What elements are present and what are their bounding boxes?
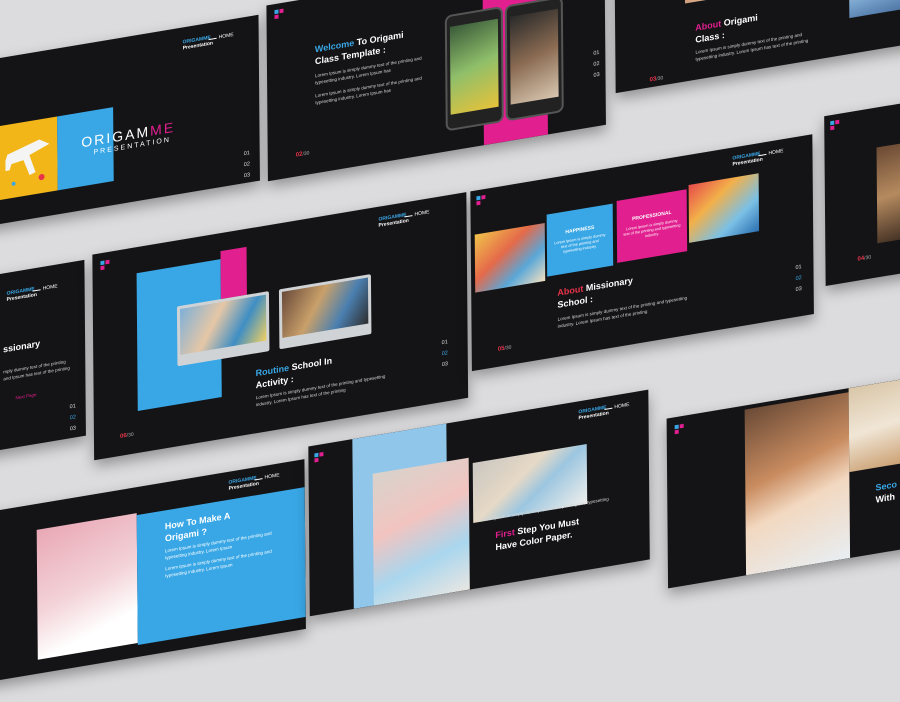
phone-mockup-left (444, 5, 504, 132)
missionary-body: mply dummy text of the printing and Ipsu… (3, 359, 70, 381)
num-03[interactable]: 03 (593, 70, 599, 82)
airplane-icon (5, 139, 50, 186)
page-total: /30 (656, 75, 664, 83)
slide-logo (314, 451, 324, 464)
brand-label: ORIGAMME Presentation HOME (578, 402, 629, 422)
child-painting-photo (848, 0, 900, 19)
home-link[interactable]: HOME (265, 472, 280, 480)
page-numbers: 01 02 03 (70, 401, 76, 435)
missionary-heading: ssionary (3, 338, 41, 355)
page-total: /30 (504, 344, 512, 352)
page-indicator: 04/30 (857, 254, 871, 262)
next-page-link[interactable]: Next Page (15, 392, 36, 402)
num-03[interactable]: 03 (442, 359, 448, 371)
slide-about-class[interactable]: ORIGAMME Presentation About Origami Clas… (614, 0, 900, 94)
teacher-child-photo (744, 392, 851, 576)
page-indicator: 06/30 (120, 432, 134, 440)
clown-kids-photo (474, 222, 546, 293)
home-link[interactable]: HOME (768, 148, 783, 156)
book-origami-photo (36, 513, 138, 660)
brand-label: ORIGAMME Presentation HOME (229, 472, 280, 492)
second-heading: Seco With (875, 478, 897, 506)
home-link[interactable]: HOME (414, 209, 429, 217)
brand-label: ORIGAMME Presentation HOME (7, 283, 58, 303)
heading-part: Missionary (583, 275, 633, 294)
page-numbers: 01 02 03 (795, 262, 801, 296)
page-indicator: 03/30 (650, 75, 664, 83)
slide-logo (274, 8, 284, 20)
slide-logo (476, 194, 486, 207)
home-link[interactable]: HOME (219, 32, 234, 40)
heading-part: School In (289, 355, 333, 373)
first-step-heading: First Step You Must Have Color Paper. (495, 515, 579, 553)
home-link[interactable]: HOME (614, 402, 629, 410)
slide-second[interactable]: Seco With (666, 375, 900, 589)
brand-label: ORIGAMME Presentation HOME (183, 32, 234, 52)
phone-mockup-right (504, 0, 564, 122)
slide-cover[interactable]: ORIGAMME Presentation HOME ORIGAMME PRES… (0, 14, 260, 228)
page-numbers: 01 02 03 (442, 337, 448, 371)
slide-logo (100, 259, 110, 272)
slide-how-to-make[interactable]: ORIGAMME Presentation HOME How To Make A… (0, 459, 306, 683)
slide-welcome[interactable]: ORIGAMME Presentation HOME Welcome To Or… (266, 0, 606, 182)
kids-crafting-photo (684, 0, 843, 4)
brand-label: ORIGAMME Presentation HOME (732, 148, 783, 168)
slide-mockup-stage: ORIGAMME Presentation HOME ORIGAMME PRES… (0, 0, 900, 683)
heading-part: Class : (695, 29, 725, 45)
cover-title-b: ME (150, 118, 176, 139)
yellow-photo-block (0, 116, 58, 201)
cover-page-numbers: 01 02 03 (244, 148, 250, 182)
heading-part: Origami (721, 12, 758, 29)
page-indicator: 02/30 (296, 150, 310, 158)
slide-missionary-left[interactable]: ORIGAMME Presentation HOME ssionary mply… (0, 259, 86, 453)
heading-part: With (875, 491, 896, 505)
num-03[interactable]: 03 (796, 284, 802, 296)
kids-party-photo (688, 173, 760, 243)
page-numbers: 01 02 03 (593, 48, 599, 82)
slide-first-step[interactable]: ORIGAMME Presentation HOME First Step Yo… (308, 389, 650, 617)
slide-right-mid[interactable]: 04/30 (824, 99, 900, 287)
desk-photo (848, 375, 900, 473)
happiness-card: HAPPINESS Lorem Ipsum is simply dummy te… (546, 203, 614, 277)
slide-routine[interactable]: ORIGAMME Presentation HOME Routine Schoo… (92, 192, 469, 461)
slide-missionary[interactable]: ORIGAMME Presentation HOME HAPPINESS Lor… (470, 134, 814, 372)
page-total: /30 (126, 431, 134, 439)
heading-accent: First (495, 526, 515, 541)
num-03[interactable]: 03 (70, 423, 76, 435)
page-total: /30 (864, 254, 872, 262)
num-03[interactable]: 03 (244, 170, 250, 182)
slide-logo (674, 423, 685, 436)
color-paper-photo (372, 457, 470, 606)
classroom-photo (876, 139, 900, 244)
page-total: /30 (302, 150, 310, 158)
home-link[interactable]: HOME (43, 283, 58, 291)
brand-label: ORIGAMME Presentation HOME (378, 209, 429, 229)
professional-card: PROFESSIONAL Lorem Ipsum is simply dummy… (616, 189, 688, 263)
page-indicator: 05/30 (498, 345, 512, 353)
monitor-mockup-right (278, 274, 372, 350)
pink-panel (220, 246, 247, 300)
slide-logo (830, 119, 840, 132)
